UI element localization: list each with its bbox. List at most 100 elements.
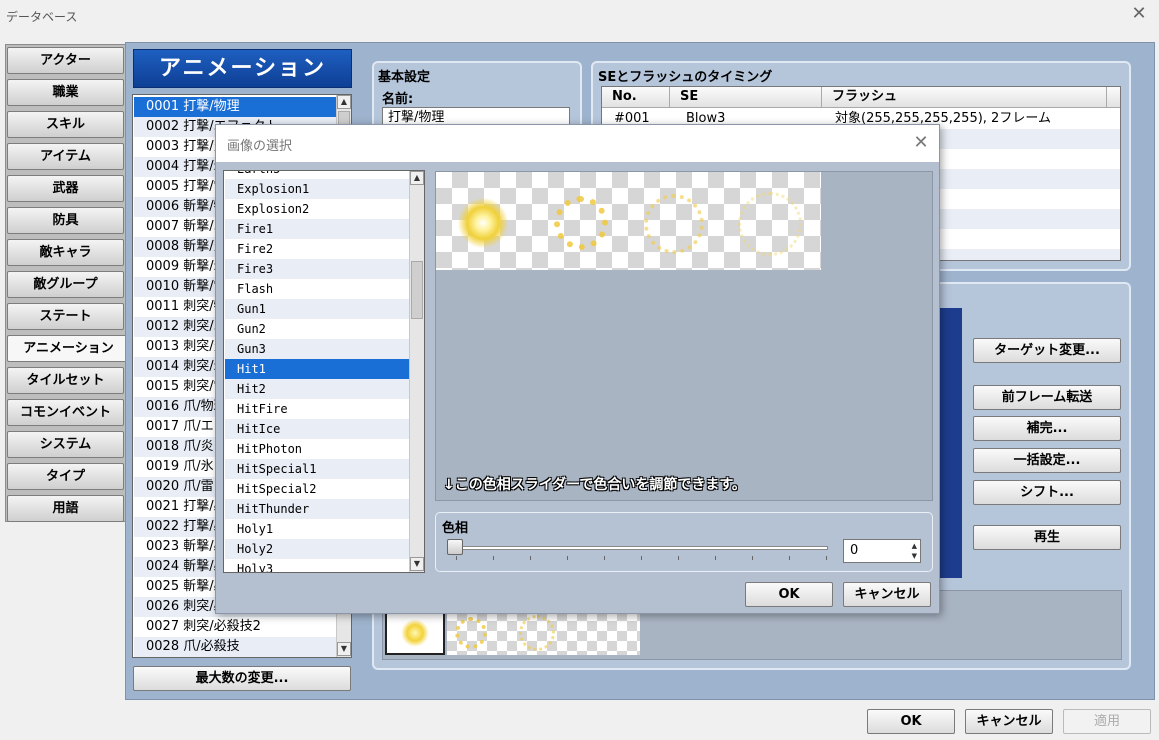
col-spacer <box>1107 87 1120 108</box>
hue-tick <box>567 556 568 560</box>
dialog-title: 画像の選択 <box>227 139 293 154</box>
cancel-button[interactable]: キャンセル <box>965 709 1053 734</box>
tab-14[interactable]: 用語 <box>7 495 124 522</box>
hit-burst-icon <box>458 198 508 248</box>
side-button-3[interactable]: 一括設定... <box>973 448 1121 473</box>
file-item[interactable]: Explosion2 <box>225 199 409 219</box>
tab-0[interactable]: アクター <box>7 47 124 74</box>
image-file-list[interactable]: Earth5Explosion1Explosion2Fire1Fire2Fire… <box>223 170 425 573</box>
tab-9[interactable]: アニメーション <box>7 335 129 362</box>
hue-tick <box>604 556 605 560</box>
apply-button[interactable]: 適用 <box>1063 709 1151 734</box>
window-title: データベース <box>6 10 78 24</box>
hue-tick <box>715 556 716 560</box>
dialog-titlebar <box>216 125 939 162</box>
list-item[interactable]: 0028 爪/必殺技 <box>134 637 336 657</box>
frame-sheet <box>447 611 640 655</box>
file-list-scrollbar[interactable]: ▲ ▼ <box>409 171 424 572</box>
hit-ring-icon <box>519 615 555 651</box>
tab-4[interactable]: 武器 <box>7 175 124 202</box>
file-item[interactable]: Fire1 <box>225 219 409 239</box>
file-item[interactable]: Fire2 <box>225 239 409 259</box>
file-item[interactable]: Gun2 <box>225 319 409 339</box>
file-item[interactable]: Holy2 <box>225 539 409 559</box>
tab-6[interactable]: 敵キャラ <box>7 239 124 266</box>
list-item[interactable]: 0001 打撃/物理 <box>134 97 336 117</box>
hue-tick <box>826 556 827 560</box>
file-item[interactable]: Flash <box>225 279 409 299</box>
file-item[interactable]: Hit1 <box>225 359 409 379</box>
side-button-5[interactable]: 再生 <box>973 525 1121 550</box>
file-item[interactable]: Fire3 <box>225 259 409 279</box>
animation-preview[interactable] <box>938 308 962 578</box>
hue-value-spinner[interactable]: 0 ▲ ▼ <box>843 539 921 563</box>
hue-slider-track[interactable] <box>452 546 828 550</box>
file-item[interactable]: HitIce <box>225 419 409 439</box>
tab-13[interactable]: タイプ <box>7 463 124 490</box>
category-tabs: アクター職業スキルアイテム武器防具敵キャラ敵グループステートアニメーション タイル… <box>5 44 129 522</box>
file-item[interactable]: Explosion1 <box>225 179 409 199</box>
hit-ring-icon <box>455 617 487 649</box>
tab-7[interactable]: 敵グループ <box>7 271 124 298</box>
window-close-icon[interactable]: ✕ <box>1128 2 1150 26</box>
col-no[interactable]: No. <box>602 87 670 108</box>
side-button-0[interactable]: ターゲット変更... <box>973 338 1121 363</box>
name-label: 名前: <box>382 92 414 107</box>
dialog-close-icon[interactable]: ✕ <box>909 131 933 155</box>
scroll-thumb[interactable] <box>411 261 423 319</box>
dialog-ok-button[interactable]: OK <box>745 582 833 607</box>
side-button-1[interactable]: 前フレーム転送 <box>973 385 1121 410</box>
tab-11[interactable]: コモンイベント <box>7 399 124 426</box>
tab-3[interactable]: アイテム <box>7 143 124 170</box>
image-preview-area[interactable] <box>435 171 933 501</box>
tab-1[interactable]: 職業 <box>7 79 124 106</box>
scroll-down-icon[interactable]: ▼ <box>337 642 351 656</box>
scroll-up-icon[interactable]: ▲ <box>410 171 424 185</box>
file-item[interactable]: HitSpecial2 <box>225 479 409 499</box>
tab-10[interactable]: タイルセット <box>7 367 124 394</box>
file-item[interactable]: Earth5 <box>225 171 409 179</box>
file-item[interactable]: Holy3 <box>225 559 409 572</box>
tab-2[interactable]: スキル <box>7 111 124 138</box>
hue-tick <box>789 556 790 560</box>
file-item[interactable]: Holy1 <box>225 519 409 539</box>
side-button-4[interactable]: シフト... <box>973 480 1121 505</box>
sprite-sheet <box>436 172 821 270</box>
side-button-2[interactable]: 補完... <box>973 416 1121 441</box>
tab-12[interactable]: システム <box>7 431 124 458</box>
file-item[interactable]: HitPhoton <box>225 439 409 459</box>
hue-tick <box>752 556 753 560</box>
hue-tick <box>530 556 531 560</box>
col-se[interactable]: SE <box>670 87 822 108</box>
hue-tick <box>641 556 642 560</box>
scroll-down-icon[interactable]: ▼ <box>410 557 424 571</box>
file-item[interactable]: Gun1 <box>225 299 409 319</box>
se-flash-title: SEとフラッシュのタイミング <box>598 70 773 85</box>
file-item[interactable]: HitSpecial1 <box>225 459 409 479</box>
hit-ring-icon <box>738 192 802 256</box>
hit-burst-icon <box>401 619 429 647</box>
hit-ring-icon <box>644 194 704 254</box>
file-item[interactable]: HitThunder <box>225 499 409 519</box>
dialog-cancel-button[interactable]: キャンセル <box>843 582 931 607</box>
hue-tick <box>493 556 494 560</box>
ok-button[interactable]: OK <box>867 709 955 734</box>
basic-settings-title: 基本設定 <box>378 70 431 85</box>
current-frame-cell[interactable] <box>385 609 445 655</box>
col-flash[interactable]: フラッシュ <box>822 87 1107 108</box>
file-item[interactable]: Hit2 <box>225 379 409 399</box>
section-header: アニメーション <box>133 49 352 88</box>
file-item[interactable]: HitFire <box>225 399 409 419</box>
hue-slider-thumb[interactable] <box>447 539 463 555</box>
list-item[interactable]: 0027 刺突/必殺技2 <box>134 617 336 637</box>
hue-value: 0 <box>850 543 859 558</box>
file-item[interactable]: Gun3 <box>225 339 409 359</box>
max-count-button[interactable]: 最大数の変更... <box>133 666 351 691</box>
image-select-dialog: 画像の選択 ✕ Earth5Explosion1Explosion2Fire1F… <box>215 124 940 614</box>
scroll-up-icon[interactable]: ▲ <box>337 95 351 109</box>
hue-tick <box>678 556 679 560</box>
hue-label: 色相 <box>442 521 469 536</box>
tab-8[interactable]: ステート <box>7 303 124 330</box>
spinner-arrows-icon[interactable]: ▲ ▼ <box>912 541 917 561</box>
tab-5[interactable]: 防具 <box>7 207 124 234</box>
